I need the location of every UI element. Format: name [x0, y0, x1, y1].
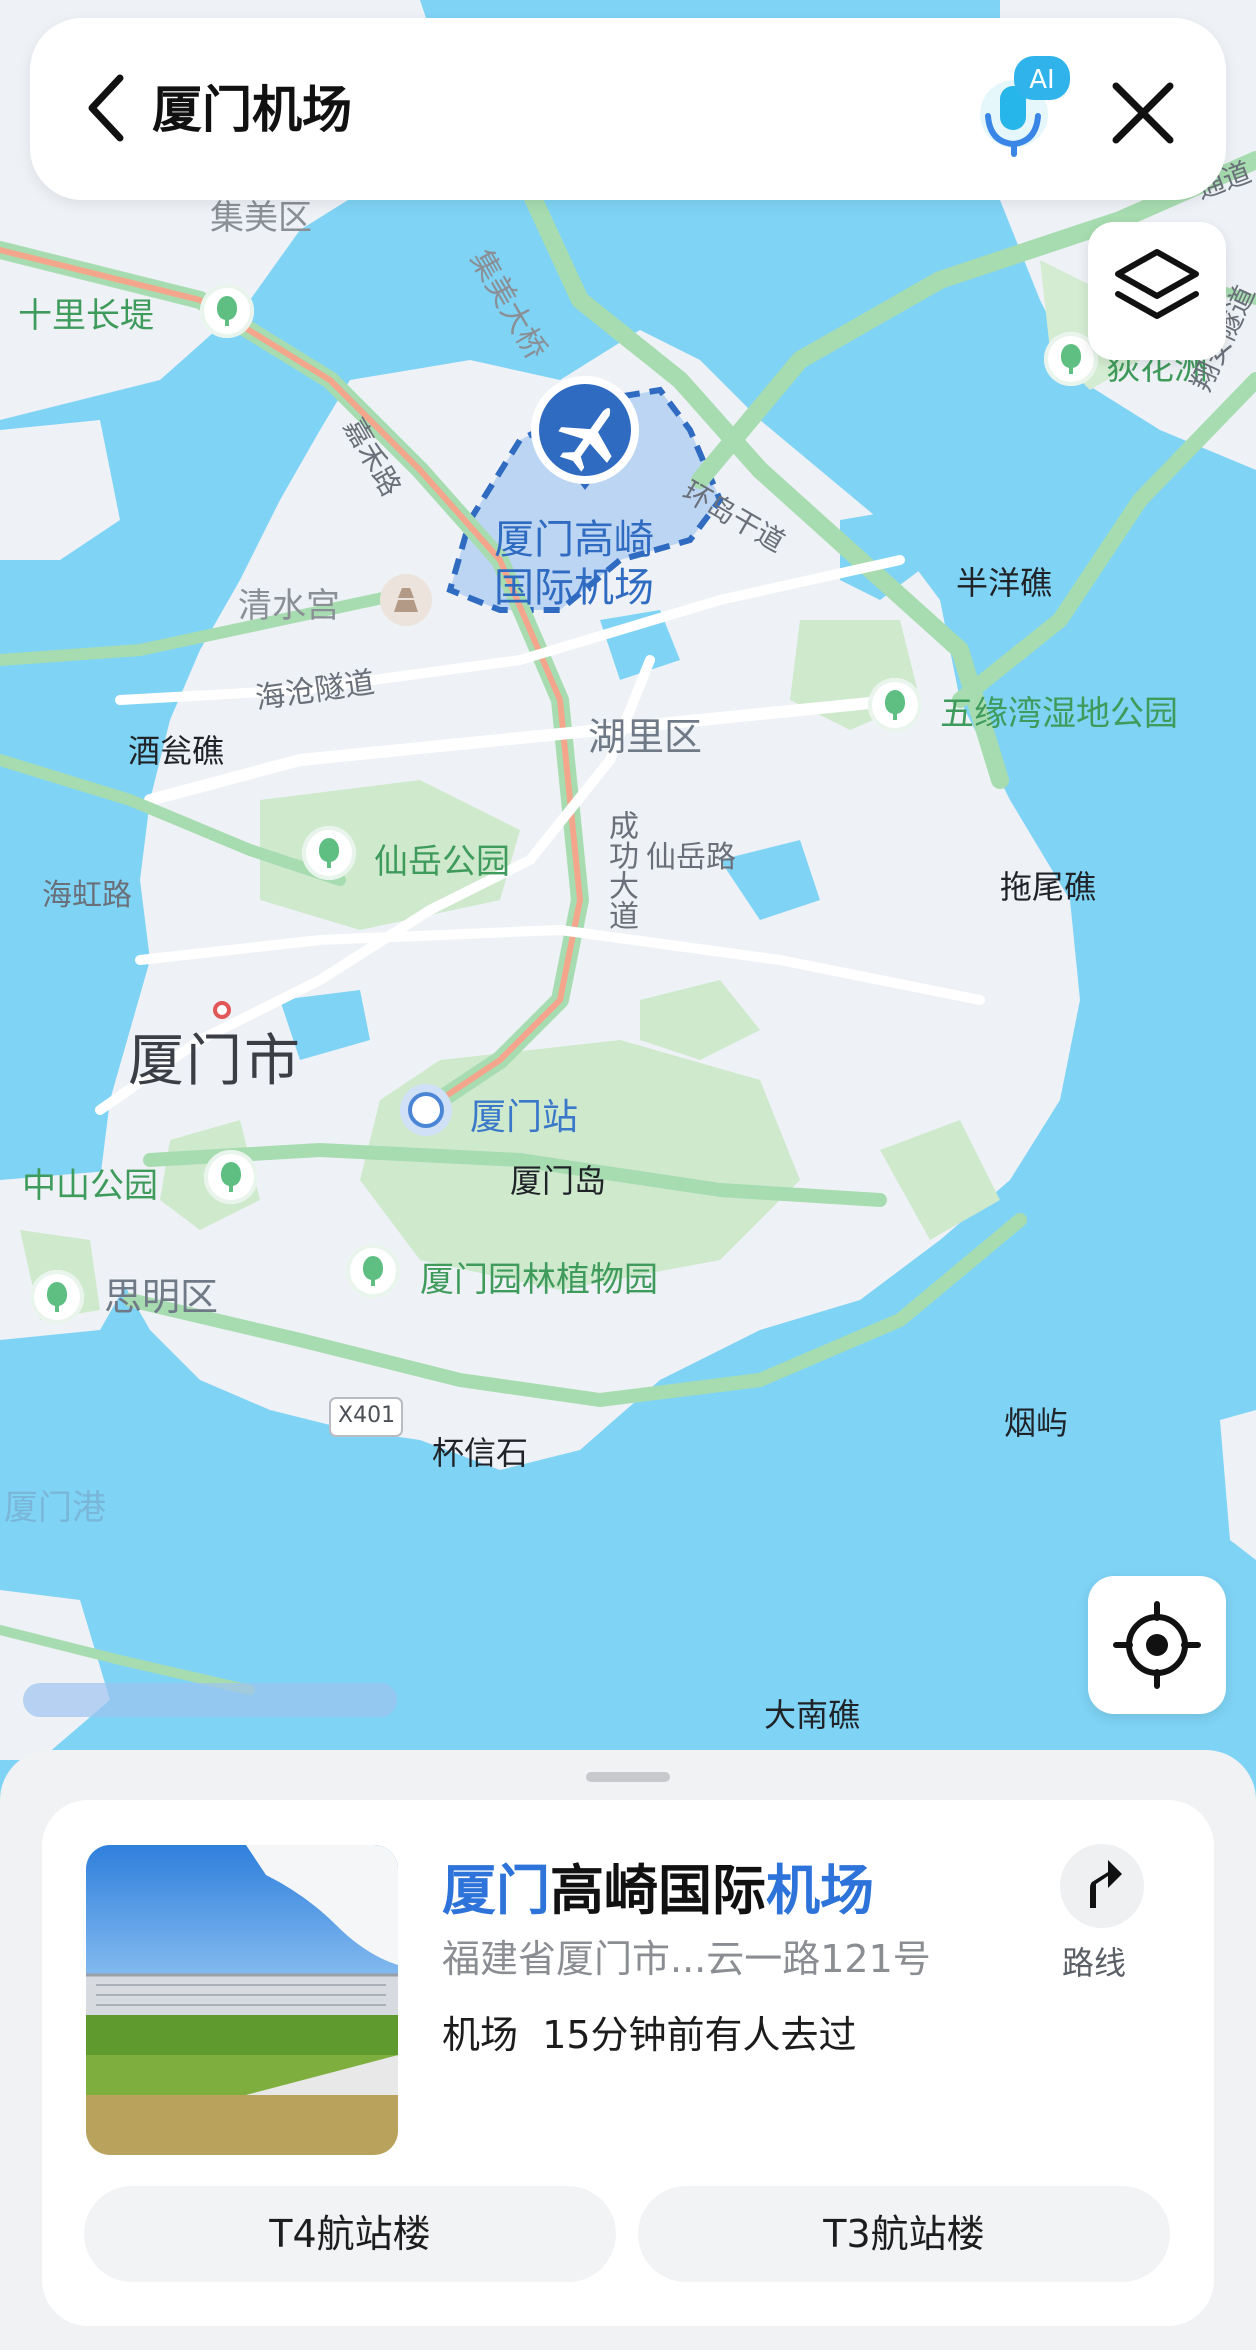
place-category: 机场 — [442, 2013, 519, 2057]
place-name-middle: 高崎国际 — [550, 1859, 766, 1922]
map-label-beixinshi: 杯信石 — [432, 1434, 529, 1472]
map-label-yanyu: 烟屿 — [1004, 1404, 1069, 1442]
map-label-banyangjiao: 半洋礁 — [956, 564, 1053, 602]
place-meta: 机场 15分钟前有人去过 — [442, 2004, 857, 2059]
route-arrow-icon — [1090, 1860, 1122, 1908]
map-label-huli-district: 湖里区 — [588, 715, 703, 759]
map-label-qingshui-palace: 清水宫 — [238, 586, 340, 626]
crosshair-icon — [1113, 1601, 1201, 1689]
map-label-siming-district: 思明区 — [104, 1275, 219, 1319]
map-label-zhongshan-park: 中山公园 — [22, 1166, 158, 1206]
map-label-haihong-road: 海虹路 — [42, 878, 132, 913]
map-label-x401: X401 — [338, 1403, 396, 1428]
back-button[interactable] — [80, 68, 140, 148]
park-icon — [868, 678, 922, 732]
layers-icon — [1115, 249, 1199, 319]
park-icon — [302, 826, 356, 880]
place-name[interactable]: 厦门高崎国际机场 — [442, 1846, 874, 1925]
map-label-danan-jiao: 大南礁 — [764, 1696, 861, 1734]
park-icon — [200, 284, 254, 338]
place-name-highlight: 厦门 — [442, 1859, 550, 1922]
map-label-botanical-garden: 厦门园林植物园 — [420, 1260, 658, 1300]
chip-t4-terminal[interactable]: T4航站楼 — [84, 2186, 616, 2282]
svg-text:AI: AI — [1029, 65, 1054, 95]
my-location-button[interactable] — [1088, 1576, 1226, 1714]
map-label-xiamen-island: 厦门岛 — [510, 1162, 607, 1200]
map-label-xiamen-port: 厦门港 — [4, 1488, 106, 1528]
map-label-wuyuanwan-park: 五缘湾湿地公园 — [940, 694, 1178, 734]
park-icon — [30, 1270, 84, 1324]
place-photo[interactable] — [86, 1845, 398, 2155]
park-icon — [346, 1244, 400, 1298]
map-label-airport-line2: 国际机场 — [494, 565, 654, 611]
layers-button[interactable] — [1088, 222, 1226, 360]
close-icon — [1112, 82, 1174, 144]
place-activity: 15分钟前有人去过 — [542, 2013, 857, 2057]
map-label-jiuwengjiao: 酒瓮礁 — [128, 732, 225, 770]
map-label-xianyue-park: 仙岳公园 — [374, 842, 510, 882]
chip-t3-terminal[interactable]: T3航站楼 — [638, 2186, 1170, 2282]
map-label-shilichangdi: 十里长堤 — [18, 296, 154, 336]
map-label-airport-line1: 厦门高崎 — [494, 517, 654, 563]
map-label-airport: 厦门高崎 国际机场 — [494, 516, 654, 612]
search-query[interactable]: 厦门机场 — [152, 70, 352, 142]
route-label: 路线 — [1062, 1944, 1127, 1982]
park-icon — [204, 1150, 258, 1204]
map-label-xiamen-city: 厦门市 — [128, 1029, 302, 1094]
map-label-chenggong-road: 成功大道 — [603, 810, 638, 930]
close-button[interactable] — [1108, 78, 1178, 148]
chevron-left-icon — [88, 74, 124, 142]
ai-mic-icon: AI — [980, 56, 1070, 157]
route-button[interactable] — [1060, 1844, 1144, 1928]
ai-voice-button[interactable]: AI — [970, 50, 1080, 160]
map-label-xianyue-road: 仙岳路 — [646, 840, 736, 875]
sheet-drag-handle[interactable] — [586, 1772, 670, 1782]
place-address: 福建省厦门市...云一路121号 — [442, 1937, 931, 1981]
place-name-highlight: 机场 — [766, 1859, 874, 1922]
map-label-tuoweijiao: 拖尾礁 — [1000, 868, 1097, 906]
map-label-xiamen-station: 厦门站 — [470, 1097, 579, 1138]
